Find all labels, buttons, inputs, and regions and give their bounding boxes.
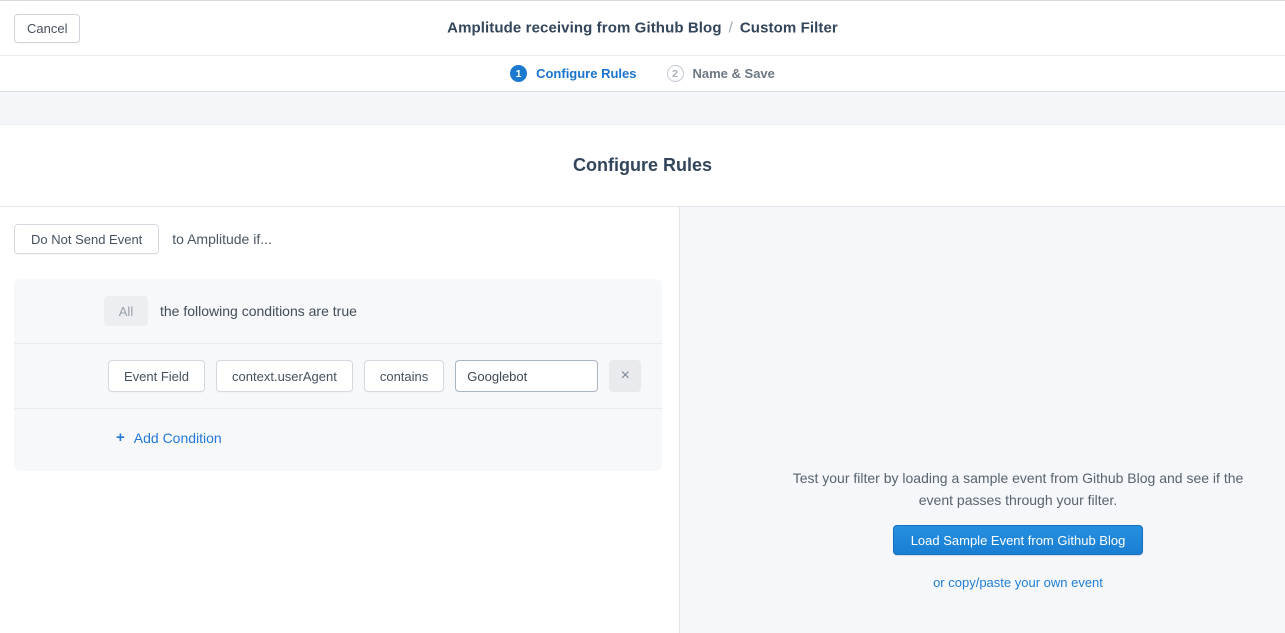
test-filter-block: Test your filter by loading a sample eve… [785,467,1251,590]
test-filter-description: Test your filter by loading a sample eve… [785,467,1251,511]
page-title: Configure Rules [573,155,712,176]
load-sample-event-button[interactable]: Load Sample Event from Github Blog [893,525,1144,555]
step-1-label: Configure Rules [536,66,636,81]
add-condition-label: Add Condition [134,430,222,446]
condition-type-dropdown[interactable]: Event Field [108,360,205,392]
remove-condition-button[interactable]: × [609,360,641,392]
conditions-header-text: the following conditions are true [160,303,357,319]
test-filter-panel: Test your filter by loading a sample eve… [679,207,1285,633]
step-name-and-save[interactable]: 2 Name & Save [667,65,775,82]
filter-action-suffix: to Amplitude if... [172,231,272,247]
plus-icon: + [116,429,125,446]
custom-filter-page: Cancel Amplitude receiving from Github B… [0,0,1285,633]
breadcrumb-destination: Amplitude receiving from Github Blog [447,20,721,37]
conditions-header: All the following conditions are true [14,279,662,343]
cancel-button[interactable]: Cancel [14,14,80,43]
add-condition-row: + Add Condition [14,409,662,471]
step-1-circle: 1 [510,65,527,82]
add-condition-link[interactable]: + Add Condition [116,429,222,446]
stepper: 1 Configure Rules 2 Name & Save [0,56,1285,92]
step-2-circle: 2 [667,65,684,82]
conditions-box: All the following conditions are true Ev… [14,279,662,471]
step-2-label: Name & Save [693,66,775,81]
heading-row: Configure Rules [0,125,1285,207]
paste-own-event-link[interactable]: or copy/paste your own event [785,575,1251,590]
condition-value-input[interactable] [455,360,598,392]
step-configure-rules[interactable]: 1 Configure Rules [510,65,636,82]
filter-action-dropdown[interactable]: Do Not Send Event [14,224,159,254]
filter-action-row: Do Not Send Event to Amplitude if... [14,224,662,254]
breadcrumb: Amplitude receiving from Github Blog/Cus… [0,20,1285,37]
condition-field-dropdown[interactable]: context.userAgent [216,360,353,392]
condition-row: Event Field context.userAgent contains × [14,343,662,409]
main-content: Do Not Send Event to Amplitude if... All… [0,207,1285,633]
breadcrumb-current: Custom Filter [740,20,838,37]
breadcrumb-separator: / [722,20,740,37]
spacer-band [0,92,1285,125]
match-operator-chip[interactable]: All [104,296,148,326]
rules-panel: Do Not Send Event to Amplitude if... All… [0,207,679,633]
top-bar: Cancel Amplitude receiving from Github B… [0,0,1285,56]
condition-operator-dropdown[interactable]: contains [364,360,444,392]
